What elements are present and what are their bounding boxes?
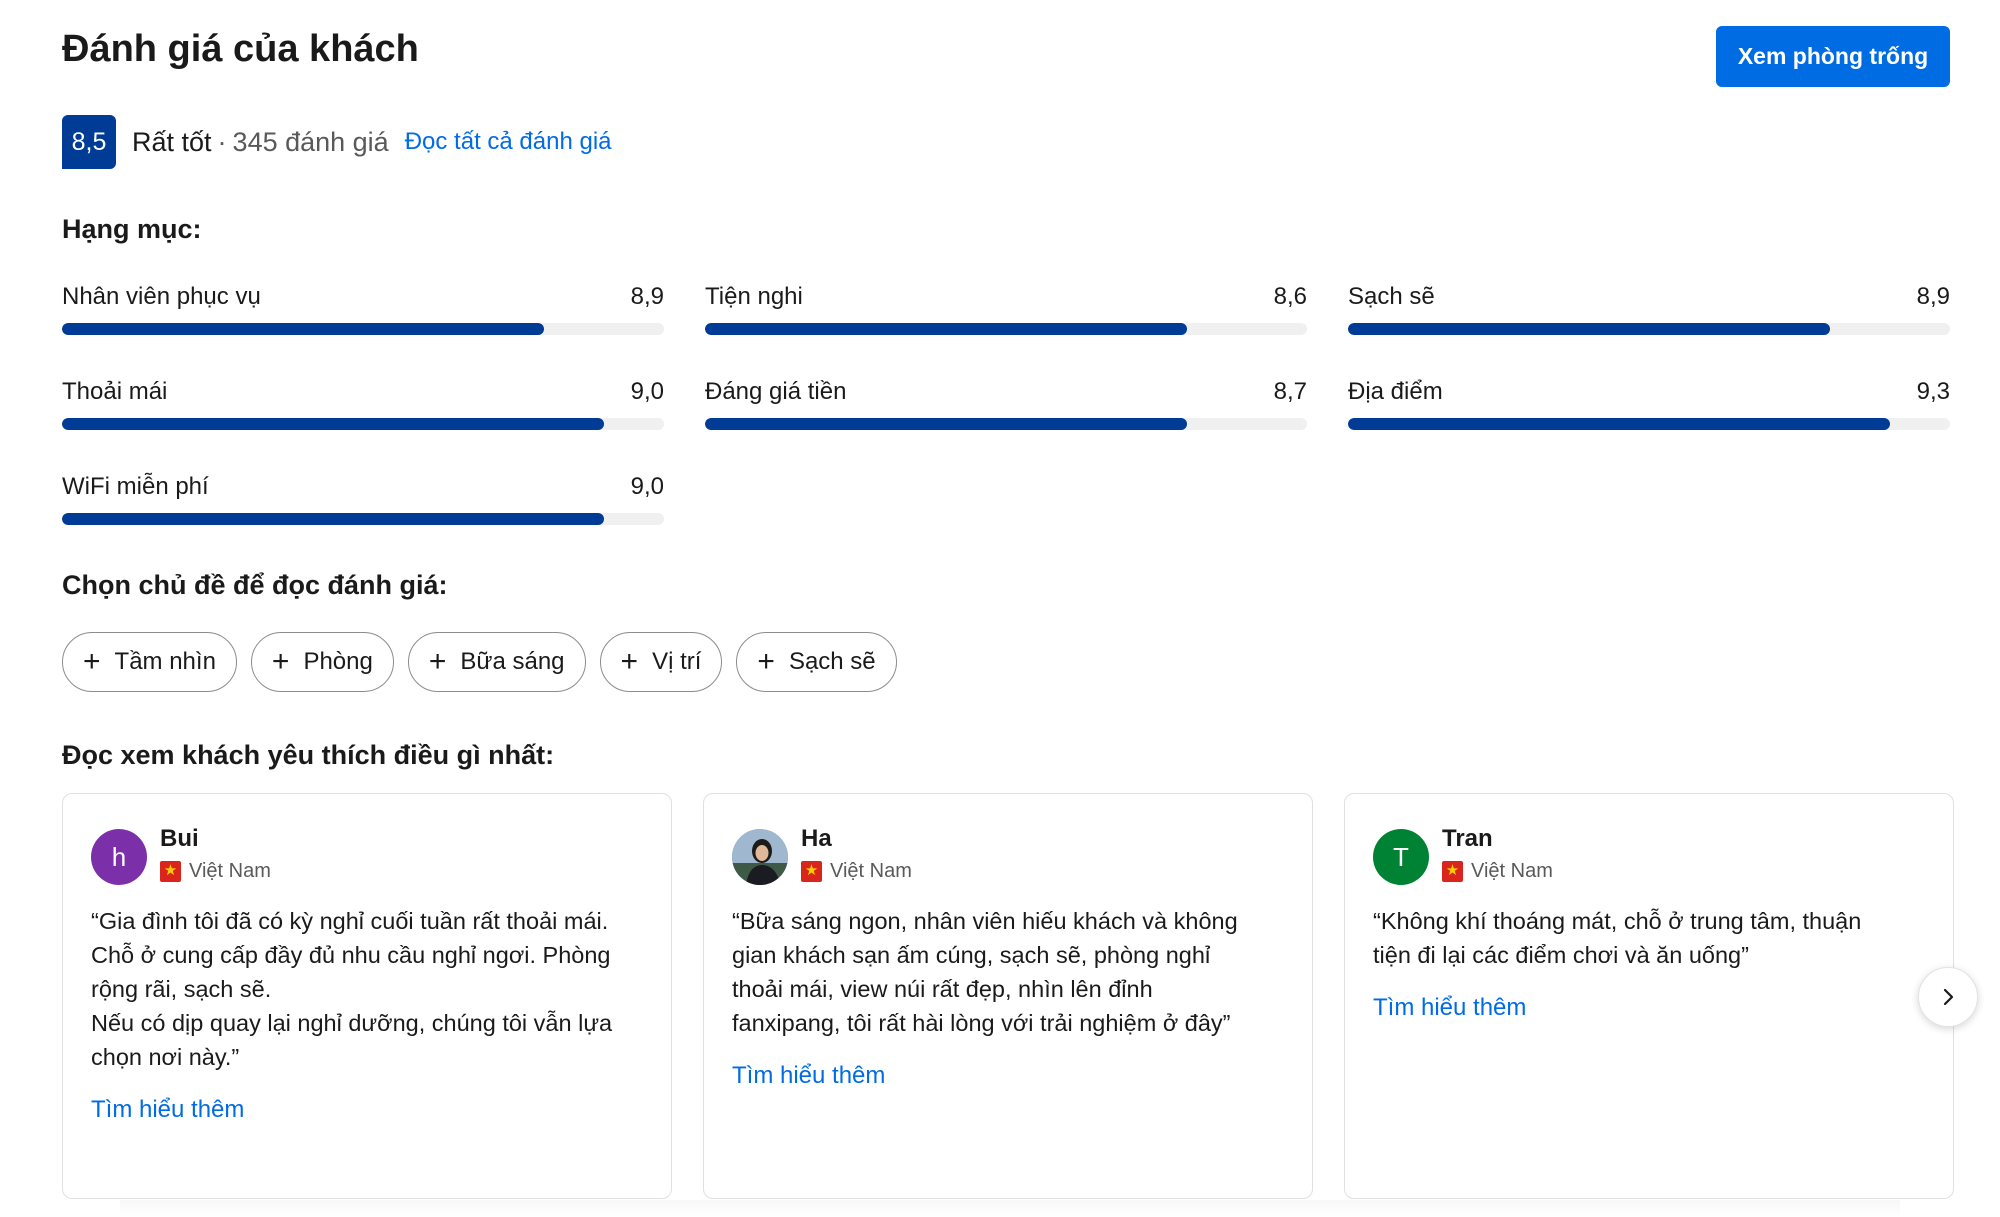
avatar: T (1373, 829, 1429, 885)
topic-chip-view[interactable]: + Tầm nhìn (62, 632, 237, 692)
see-availability-button[interactable]: Xem phòng trống (1716, 26, 1950, 87)
plus-icon: + (428, 645, 447, 678)
vietnam-flag-icon (801, 860, 822, 882)
read-more-link[interactable]: Tìm hiểu thêm (91, 1096, 244, 1124)
vietnam-flag-icon (160, 860, 181, 882)
category-bar-fill (62, 323, 544, 335)
reviewer-name: Ha (801, 825, 832, 852)
country-label: Việt Nam (1471, 860, 1553, 882)
country-label: Việt Nam (189, 860, 271, 882)
vietnam-flag-icon (1442, 860, 1463, 882)
category-wifi: WiFi miễn phí 9,0 (62, 473, 664, 525)
review-text: “Không khí thoáng mát, chỗ ở trung tâm, … (1373, 908, 1862, 968)
topics-heading: Chọn chủ đề để đọc đánh giá: (62, 570, 448, 600)
plus-icon: + (83, 645, 101, 678)
topic-chip-location[interactable]: + Vị trí (599, 632, 723, 692)
category-label: Đáng giá tiền (705, 378, 847, 405)
category-label: Nhân viên phục vụ (62, 283, 261, 310)
chip-label: Sạch sẽ (788, 648, 876, 675)
category-bar (1348, 418, 1950, 430)
category-bar (1348, 323, 1950, 335)
avatar-photo (732, 829, 788, 885)
reviewer-country: Việt Nam (1442, 860, 1553, 883)
reviewer-name: Tran (1442, 825, 1493, 852)
category-bar-fill (62, 513, 604, 525)
reviewer-country: Việt Nam (801, 860, 912, 883)
category-bar-fill (1348, 418, 1890, 430)
category-label: Thoải mái (62, 378, 168, 405)
carousel-next-button[interactable] (1918, 967, 1978, 1027)
category-staff: Nhân viên phục vụ 8,9 (62, 283, 664, 335)
avatar: h (91, 829, 147, 885)
overall-score: 8,5 Rất tốt · 345 đánh giá Đọc tất cả đá… (62, 115, 612, 169)
category-label: Địa điểm (1348, 378, 1443, 405)
read-all-reviews-link[interactable]: Đọc tất cả đánh giá (405, 128, 612, 156)
plus-icon: + (757, 645, 775, 678)
score-word: Rất tốt (132, 126, 212, 157)
category-score: 9,0 (630, 378, 664, 405)
category-label: Sạch sẽ (1348, 283, 1435, 310)
highlights-heading: Đọc xem khách yêu thích điều gì nhất: (62, 740, 555, 770)
category-score: 8,9 (630, 283, 664, 310)
topic-chip-breakfast[interactable]: + Bữa sáng (407, 632, 586, 692)
chip-label: Bữa sáng (460, 648, 565, 675)
category-bar-fill (705, 418, 1187, 430)
category-score: 9,0 (630, 473, 664, 500)
review-text: “Gia đình tôi đã có kỳ nghỉ cuối tuần rấ… (91, 908, 613, 1070)
review-text: “Bữa sáng ngon, nhân viên hiếu khách và … (732, 908, 1238, 1036)
chip-label: Tầm nhìn (114, 648, 216, 675)
score-separator: · (217, 126, 227, 157)
person-photo-icon (732, 829, 788, 885)
score-badge: 8,5 (62, 115, 116, 169)
category-bar-fill (1348, 323, 1830, 335)
chip-label: Vị trí (652, 648, 702, 675)
review-count: 345 đánh giá (232, 126, 389, 157)
category-score: 8,7 (1273, 378, 1307, 405)
category-facilities: Tiện nghi 8,6 (705, 283, 1307, 335)
category-bar-fill (705, 323, 1187, 335)
category-cleanliness: Sạch sẽ 8,9 (1348, 283, 1950, 335)
reviews-section: Đánh giá của khách Xem phòng trống 8,5 R… (0, 0, 2000, 1217)
section-title: Đánh giá của khách (62, 28, 419, 70)
category-bar (705, 323, 1307, 335)
category-label: WiFi miễn phí (62, 473, 209, 500)
category-bar (705, 418, 1307, 430)
plus-icon: + (620, 645, 639, 678)
category-bar (62, 513, 664, 525)
reviewer-country: Việt Nam (160, 860, 271, 883)
topic-chip-room[interactable]: + Phòng (250, 632, 394, 692)
review-card: T Tran Việt Nam “Không khí thoáng mát, c… (1344, 793, 1954, 1199)
category-comfort: Thoải mái 9,0 (62, 378, 664, 430)
reviewer-name: Bui (160, 825, 199, 852)
category-value: Đáng giá tiền 8,7 (705, 378, 1307, 430)
review-card: Ha Việt Nam “Bữa sáng ngon, nhân viên hi… (703, 793, 1313, 1199)
topic-chips: + Tầm nhìn + Phòng + Bữa sáng + Vị trí + Sạch… (62, 632, 897, 692)
category-score: 8,9 (1916, 283, 1950, 310)
categories-heading: Hạng mục: (62, 214, 202, 244)
country-label: Việt Nam (830, 860, 912, 882)
section-divider (120, 1200, 1900, 1217)
chip-label: Phòng (303, 648, 373, 675)
category-bar (62, 323, 664, 335)
category-label: Tiện nghi (705, 283, 803, 310)
read-more-link[interactable]: Tìm hiểu thêm (732, 1062, 885, 1090)
plus-icon: + (271, 645, 290, 678)
review-card: h Bui Việt Nam “Gia đình tôi đã có kỳ ng… (62, 793, 672, 1199)
category-bar (62, 418, 664, 430)
topic-chip-cleanliness[interactable]: + Sạch sẽ (736, 632, 897, 692)
category-score: 8,6 (1273, 283, 1307, 310)
category-bar-fill (62, 418, 604, 430)
category-score: 9,3 (1916, 378, 1950, 405)
chevron-right-icon (1943, 988, 1954, 1006)
read-more-link[interactable]: Tìm hiểu thêm (1373, 994, 1526, 1022)
category-location: Địa điểm 9,3 (1348, 378, 1950, 430)
